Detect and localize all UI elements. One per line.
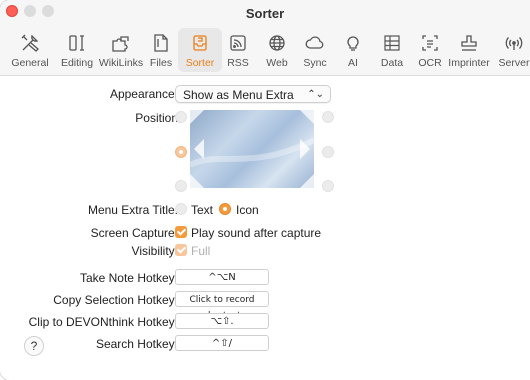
visibility-label: Visibility:	[131, 244, 178, 258]
tab-server[interactable]: Server	[492, 28, 530, 72]
tab-label: OCR	[418, 57, 442, 69]
visibility-full-label: Full	[191, 244, 211, 258]
tab-ocr[interactable]: OCR	[408, 28, 452, 72]
arrow-bottom-right-icon	[300, 174, 314, 188]
rss-icon	[230, 35, 246, 51]
clip-hotkey-label: Clip to DEVONthink Hotkey:	[28, 315, 178, 329]
icon-radio[interactable]	[219, 203, 231, 215]
tab-wikilinks[interactable]: WikiLinks	[99, 28, 143, 72]
puzzle-icon	[112, 36, 129, 52]
copy-selection-hotkey-label: Copy Selection Hotkey:	[53, 293, 178, 307]
tab-label: Server	[498, 57, 530, 69]
position-left-middle-radio[interactable]	[175, 146, 187, 158]
icon-radio-label: Icon	[236, 203, 259, 217]
appearance-select[interactable]: Show as Menu Extra ⌃⌄	[175, 85, 331, 103]
ocr-icon	[422, 35, 438, 51]
toolbar: Sorter General Editing WikiLinks Files S…	[0, 0, 530, 76]
tab-label: Imprinter	[448, 57, 490, 69]
clip-hotkey-field[interactable]: ⌥⇧.	[175, 313, 269, 329]
tab-label: Sorter	[185, 57, 215, 69]
stamp-icon	[461, 35, 477, 51]
arrow-top-right-icon	[300, 110, 314, 124]
tab-label: Files	[149, 57, 173, 69]
appearance-label: Appearance:	[109, 87, 178, 101]
globe-icon	[269, 35, 285, 51]
chevron-updown-icon: ⌃⌄	[307, 89, 324, 100]
search-hotkey-field[interactable]: ^⇧/	[175, 335, 269, 351]
position-top-left-radio[interactable]	[175, 111, 187, 123]
tab-label: Editing	[60, 57, 94, 69]
tab-label: Sync	[303, 57, 327, 69]
position-preview	[190, 110, 314, 188]
tab-files[interactable]: Files	[139, 28, 183, 72]
visibility-full-checkbox[interactable]	[175, 244, 187, 256]
tab-label: WikiLinks	[98, 57, 144, 69]
position-label: Position	[135, 111, 178, 125]
tools-icon	[21, 34, 39, 52]
position-top-right-radio[interactable]	[322, 111, 334, 123]
tab-label: Data	[380, 57, 404, 69]
play-sound-label: Play sound after capture	[191, 226, 322, 240]
screen-capture-label: Screen Capture:	[90, 226, 178, 240]
tab-label: Web	[266, 57, 288, 69]
text-radio[interactable]	[175, 203, 187, 215]
broadcast-icon	[505, 37, 523, 50]
preferences-window: Sorter General Editing WikiLinks Files S…	[0, 0, 530, 380]
copy-selection-hotkey-field[interactable]: Click to record shortcut	[175, 291, 269, 321]
cloud-icon	[305, 36, 324, 49]
text-radio-label: Text	[191, 203, 214, 217]
tab-rss[interactable]: RSS	[216, 28, 260, 72]
tab-label: AI	[348, 57, 358, 69]
take-note-hotkey-field[interactable]: ^⌥N	[175, 269, 269, 285]
window-title: Sorter	[245, 6, 285, 21]
arrow-left-icon	[194, 139, 204, 159]
lightbulb-icon	[347, 36, 359, 51]
tab-editing[interactable]: Editing	[55, 28, 99, 72]
preview-arrows	[190, 110, 314, 188]
position-right-middle-radio[interactable]	[322, 146, 334, 158]
position-bottom-left-radio[interactable]	[175, 180, 187, 192]
menu-extra-title-label: Menu Extra Title:	[87, 203, 178, 217]
data-icon	[384, 35, 400, 51]
arrow-top-left-icon	[190, 110, 204, 124]
text-cursor-icon	[69, 35, 84, 51]
play-sound-checkbox[interactable]	[175, 226, 187, 238]
take-note-hotkey-label: Take Note Hotkey:	[79, 271, 178, 285]
tab-label: General	[11, 57, 49, 69]
tab-label: RSS	[227, 57, 249, 69]
search-hotkey-label: Search Hotkey:	[95, 337, 178, 351]
arrow-bottom-left-icon	[190, 174, 204, 188]
position-bottom-right-radio[interactable]	[322, 180, 334, 192]
help-button[interactable]: ?	[24, 336, 44, 356]
files-icon	[154, 34, 168, 52]
tab-imprinter[interactable]: Imprinter	[447, 28, 491, 72]
tab-general[interactable]: General	[8, 28, 52, 72]
sorter-tray-icon	[193, 35, 207, 51]
appearance-value: Show as Menu Extra	[183, 88, 294, 102]
tab-ai[interactable]: AI	[331, 28, 375, 72]
